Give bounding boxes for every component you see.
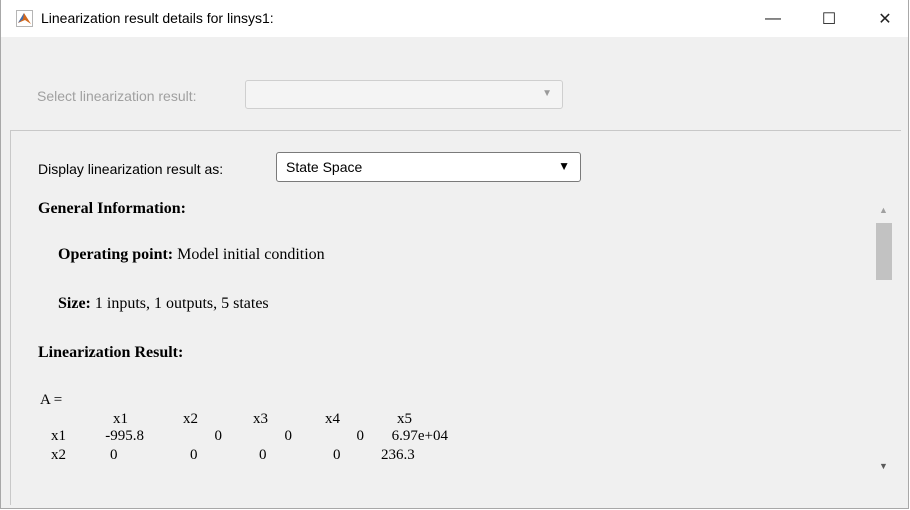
size-label: Size: [58, 295, 91, 312]
matrix-cell: -995.8 [105, 428, 144, 444]
title-bar[interactable]: Linearization result details for linsys1… [1, 0, 908, 37]
col-header: x2 [183, 411, 198, 427]
matrix-cell: 236.3 [381, 447, 415, 463]
linearization-result-heading: Linearization Result: [38, 344, 184, 361]
matrix-name: A = [40, 392, 63, 408]
operating-point-line: Operating point: Model initial condition [58, 246, 325, 264]
matrix-cell: 0 [259, 447, 267, 463]
minimize-icon: — [765, 9, 781, 27]
matrix-cell: 0 [214, 428, 223, 444]
matrix-cell: 0 [110, 447, 118, 463]
scroll-down-icon[interactable]: ▼ [879, 461, 888, 471]
maximize-icon: ☐ [821, 10, 837, 28]
matrix-cell: 0 [356, 428, 365, 444]
operating-point-value: Model initial condition [177, 246, 325, 263]
row-label: x1 [51, 428, 66, 444]
matrix-cell: 0 [284, 428, 293, 444]
display-as-label: Display linearization result as: [38, 161, 224, 177]
chevron-down-icon: ▼ [542, 88, 552, 99]
col-header: x4 [325, 411, 340, 427]
scrollbar-thumb[interactable] [876, 223, 892, 280]
display-as-value: State Space [286, 159, 363, 175]
minimize-button[interactable]: — [750, 0, 796, 37]
vertical-scrollbar[interactable]: ▲ ▼ [872, 200, 896, 483]
display-as-dropdown[interactable]: State Space ▼ [276, 152, 581, 182]
matrix-cell: 6.97e+04 [391, 428, 448, 444]
operating-point-label: Operating point: [58, 246, 174, 263]
select-result-dropdown[interactable]: ▼ [245, 80, 563, 109]
linearization-details-window: Linearization result details for linsys1… [0, 0, 909, 509]
matrix-cell: 0 [190, 447, 198, 463]
panel-divider [10, 130, 901, 131]
select-result-row: Select linearization result: ▼ [1, 37, 908, 130]
result-content: General Information: Operating point: Mo… [23, 190, 871, 488]
panel-left-border [10, 130, 11, 505]
row-label: x2 [51, 447, 66, 463]
maximize-button[interactable]: ☐ [806, 0, 852, 37]
size-value: 1 inputs, 1 outputs, 5 states [94, 295, 269, 312]
window-title: Linearization result details for linsys1… [41, 10, 274, 26]
scroll-up-icon[interactable]: ▲ [879, 205, 888, 215]
col-header: x3 [253, 411, 268, 427]
col-header: x5 [397, 411, 412, 427]
matlab-icon [16, 10, 33, 27]
select-result-label: Select linearization result: [37, 88, 197, 104]
matrix-cell: 0 [333, 447, 341, 463]
size-line: Size: 1 inputs, 1 outputs, 5 states [58, 295, 269, 313]
close-icon: ✕ [878, 10, 892, 28]
general-info-heading: General Information: [38, 200, 186, 217]
col-header: x1 [113, 411, 128, 427]
close-button[interactable]: ✕ [862, 0, 908, 37]
chevron-down-icon: ▼ [558, 159, 570, 173]
